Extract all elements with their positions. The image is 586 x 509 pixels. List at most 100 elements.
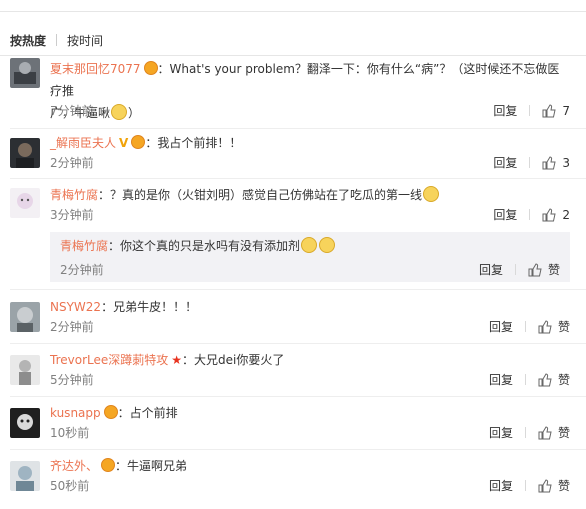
reply-button[interactable]: 回复 [489,424,513,441]
action-separator [514,264,516,275]
username-link[interactable]: NSYW22 [50,300,101,314]
username-link[interactable]: 青梅竹腐 [50,188,98,202]
like-label: 赞 [557,479,570,493]
avatar-image [10,138,40,168]
username-link[interactable]: TrevorLee深蹲莿特攻 [50,353,168,367]
comment-text-line: 青梅竹腐：？真的是你（火钳刘明）感觉自己仿佛站在了吃瓜的第一线 [50,184,570,206]
action-separator [524,321,526,332]
username-link[interactable]: 夏末那回忆7077 [50,62,141,76]
thumbs-up-icon [538,319,552,333]
like-button[interactable]: 赞 [538,318,570,335]
comment-text: ：你这个真的只是水吗有没有添加剂 [108,239,301,253]
username-link[interactable]: _解雨臣夫人 [50,136,116,150]
sort-by-time-tab[interactable]: 按时间 [67,32,103,49]
comment-text-line: kusnapp ：占个前排 [50,402,570,424]
comment-text: ：兄弟牛皮！！！ [101,300,198,314]
action-separator [524,427,526,438]
thumbs-up-icon [528,262,542,276]
thumbs-up-icon [542,103,556,117]
sort-by-hot-tab[interactable]: 按热度 [10,32,46,49]
comment-actions: 回复 7 [493,102,570,119]
comment-text-line: NSYW22：兄弟牛皮！！！ [50,296,570,318]
v-verified-icon: V [119,136,129,150]
reply-button[interactable]: 回复 [493,154,517,171]
comment-divider [10,343,586,344]
comment-time: 2分钟前 [50,320,94,334]
reply-button[interactable]: 回复 [479,261,503,278]
comment-time: 3分钟前 [50,208,94,222]
comment-time: 5分钟前 [50,373,94,387]
comment-divider [10,449,586,450]
like-button[interactable]: 7 [542,104,570,118]
avatar[interactable] [10,302,40,332]
vip-badge-icon [101,458,116,472]
reply-button[interactable]: 回复 [489,477,513,494]
comment-time: 50秒前 [50,479,90,493]
like-count: 2 [562,207,570,222]
username-link[interactable]: 齐达外、 [50,459,98,473]
comment-divider [10,289,586,290]
thumbs-up-icon [538,478,552,492]
comment-actions: 回复 赞 [489,371,570,388]
like-count: 7 [562,103,570,118]
avatar-image [10,188,40,218]
like-button[interactable]: 赞 [538,477,570,494]
comment-text: ：占个前排 [117,406,178,420]
sort-divider [0,55,586,56]
sub-reply-box: 青梅竹腐：你这个真的只是水吗有没有添加剂 2分钟前 回复 赞 [50,232,570,282]
comment-text-line: 齐达外、 ：牛逼啊兄弟 [50,455,570,477]
top-bar [0,0,586,12]
comment-text: ：牛逼啊兄弟 [115,459,188,473]
comment-actions: 回复 2 [493,206,570,223]
sub-reply-text-line: 青梅竹腐：你这个真的只是水吗有没有添加剂 [60,235,560,257]
reply-button[interactable]: 回复 [489,318,513,335]
action-separator [529,209,531,220]
comment-divider [10,396,586,397]
comment-text-line: _解雨臣夫人 V ：我占个前排！！ [50,132,570,154]
action-separator [524,374,526,385]
like-label: 赞 [557,426,570,440]
comment-text: ：？真的是你（火钳刘明）感觉自己仿佛站在了吃瓜的第一线 [98,188,423,202]
avatar-image [10,302,40,332]
avatar-image [10,461,40,491]
doge-emoji-icon [301,237,318,253]
reply-button[interactable]: 回复 [493,102,517,119]
reply-button[interactable]: 回复 [493,206,517,223]
sub-reply-time: 2分钟前 [60,263,104,277]
avatar[interactable] [10,188,40,218]
comment-divider [10,128,586,129]
like-count: 3 [562,155,570,170]
like-label: 赞 [557,320,570,334]
avatar[interactable] [10,355,40,385]
reply-button[interactable]: 回复 [489,371,513,388]
like-button[interactable]: 赞 [528,261,560,278]
thumbs-up-icon [542,207,556,221]
avatar[interactable] [10,408,40,438]
comment-actions: 回复 赞 [489,477,570,494]
vip-badge-icon [131,135,146,149]
username-link[interactable]: kusnapp [50,406,101,420]
like-label: 赞 [557,373,570,387]
sort-separator [56,34,58,46]
comment-text: ：我占个前排！！ [145,136,242,150]
doge-emoji-icon [111,104,128,120]
like-button[interactable]: 3 [542,156,570,170]
avatar[interactable] [10,138,40,168]
comment-actions: 回复 赞 [489,424,570,441]
like-button[interactable]: 赞 [538,424,570,441]
avatar-image [10,408,40,438]
like-button[interactable]: 赞 [538,371,570,388]
like-label: 赞 [547,263,560,277]
action-separator [529,105,531,116]
like-button[interactable]: 2 [542,208,570,222]
thumbs-up-icon [538,372,552,386]
vip-badge-icon [103,405,118,419]
action-separator [524,480,526,491]
vip-badge-icon [143,61,158,75]
username-link[interactable]: 青梅竹腐 [60,239,108,253]
avatar[interactable] [10,58,40,88]
comment-time: 10秒前 [50,426,90,440]
avatar-image [10,355,40,385]
comment-time: 2分钟前 [50,156,94,170]
avatar[interactable] [10,461,40,491]
